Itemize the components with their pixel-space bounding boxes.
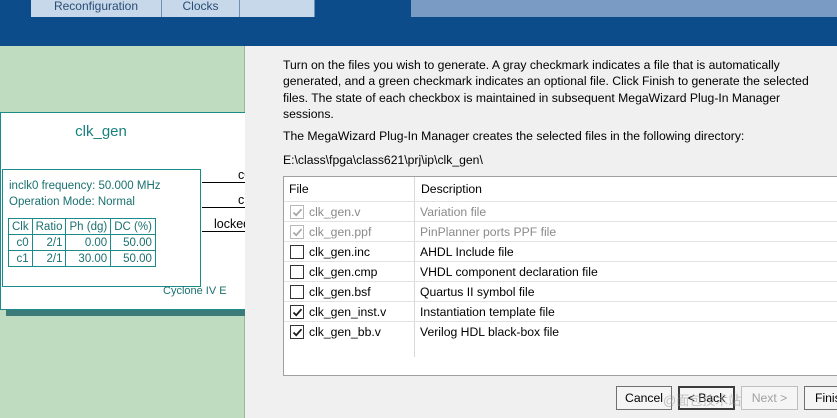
clock-table-cell: 0.00 — [65, 234, 112, 251]
instructions-line: files. The state of each checkbox is mai… — [283, 90, 781, 105]
file-checkbox[interactable] — [290, 285, 304, 299]
file-checkbox[interactable] — [290, 265, 304, 279]
clock-table-header-cell: Ratio — [31, 218, 67, 235]
file-checkbox — [290, 205, 304, 219]
wizard-header: Reconfiguration Clocks — [0, 0, 837, 46]
clock-table-header-cell: DC (%) — [110, 218, 156, 235]
file-list: File Description clk_gen.v Variation file… — [283, 176, 837, 376]
file-name: clk_gen.cmp — [309, 265, 378, 279]
column-header-description[interactable]: Description — [421, 182, 482, 196]
clock-table-cell: c0 — [8, 234, 33, 251]
checkmark-icon — [292, 328, 303, 337]
instructions-text: Turn on the files you wish to generate. … — [283, 57, 837, 122]
file-row[interactable]: clk_gen.ppf PinPlanner ports PPF file — [284, 221, 837, 241]
clock-table-header-cell: Clk — [8, 218, 33, 235]
finish-button[interactable]: Finish — [804, 386, 837, 410]
file-name: clk_gen.bsf — [309, 285, 371, 299]
file-checkbox[interactable] — [290, 305, 304, 319]
tab-clocks-label: Clocks — [182, 0, 219, 13]
file-checkbox[interactable] — [290, 245, 304, 259]
directory-intro-text: The MegaWizard Plug-In Manager creates t… — [283, 129, 745, 143]
file-description: Quartus II symbol file — [420, 285, 535, 299]
file-name: clk_gen_bb.v — [309, 325, 381, 339]
clock-table-cell: 50.00 — [110, 234, 156, 251]
checkmark-icon — [292, 208, 303, 217]
input-frequency-text: inclk0 frequency: 50.000 MHz — [9, 180, 161, 192]
file-row[interactable]: clk_gen.cmp VHDL component declaration fi… — [284, 261, 837, 281]
tab-strip-right — [411, 0, 837, 17]
symbol-title: clk_gen — [75, 123, 127, 140]
file-row[interactable]: clk_gen_bb.v Verilog HDL black-box file — [284, 321, 837, 341]
instructions-line: Turn on the files you wish to generate. … — [283, 58, 780, 72]
instructions-line: sessions. — [283, 106, 334, 121]
file-name: clk_gen.inc — [309, 245, 370, 259]
instructions-line: generated, and a green checkmark indicat… — [283, 74, 809, 89]
file-row[interactable]: clk_gen.v Variation file — [284, 201, 837, 221]
clock-table-cell: 2/1 — [31, 250, 67, 267]
symbol-preview-panel: clk_gen inclk0 frequency: 50.000 MHz Ope… — [0, 46, 259, 418]
file-checkbox — [290, 225, 304, 239]
clock-table-row: c0 2/1 0.00 50.00 — [8, 234, 156, 251]
file-list-header: File Description — [284, 177, 837, 201]
clock-table-header: Clk Ratio Ph (dg) DC (%) — [8, 218, 156, 235]
tab-clocks[interactable]: Clocks — [162, 0, 240, 17]
file-description: VHDL component declaration file — [420, 265, 598, 279]
clock-table-cell: c1 — [8, 250, 33, 267]
file-name: clk_gen.ppf — [309, 225, 372, 239]
operation-mode-text: Operation Mode: Normal — [9, 196, 135, 208]
clock-table-cell: 2/1 — [31, 234, 67, 251]
file-description: Instantiation template file — [420, 305, 555, 319]
tab-blank[interactable] — [240, 0, 315, 17]
clock-table-cell: 30.00 — [65, 250, 112, 267]
watermark: @面包技术站 — [663, 393, 742, 408]
clock-table-row: c1 2/1 30.00 50.00 — [8, 250, 156, 267]
summary-page: Turn on the files you wish to generate. … — [245, 46, 837, 418]
file-row[interactable]: clk_gen.bsf Quartus II symbol file — [284, 281, 837, 301]
file-name: clk_gen_inst.v — [309, 305, 387, 319]
clock-settings-table: Clk Ratio Ph (dg) DC (%) c0 2/1 0.00 50.… — [8, 218, 156, 267]
checkmark-icon — [292, 228, 303, 237]
output-directory-path: E:\class\fpga\class621\prj\ip\clk_gen\ — [283, 153, 483, 167]
file-description: Variation file — [420, 205, 487, 219]
file-row[interactable]: clk_gen_inst.v Instantiation template fil… — [284, 301, 837, 321]
column-header-file[interactable]: File — [289, 182, 309, 196]
clock-table-cell: 50.00 — [110, 250, 156, 267]
tab-reconfiguration[interactable]: Reconfiguration — [31, 0, 162, 17]
file-description: PinPlanner ports PPF file — [420, 225, 557, 239]
file-name: clk_gen.v — [309, 205, 361, 219]
clk-gen-symbol: clk_gen inclk0 frequency: 50.000 MHz Ope… — [0, 112, 259, 310]
file-description: Verilog HDL black-box file — [420, 325, 560, 339]
tab-reconfiguration-label: Reconfiguration — [53, 0, 139, 13]
checkmark-icon — [292, 308, 303, 317]
clock-table-header-cell: Ph (dg) — [65, 218, 112, 235]
next-button[interactable]: Next > — [741, 386, 798, 410]
file-checkbox[interactable] — [290, 325, 304, 339]
device-family-label: Cyclone IV E — [163, 285, 227, 297]
file-row[interactable]: clk_gen.inc AHDL Include file — [284, 241, 837, 261]
file-description: AHDL Include file — [420, 245, 514, 259]
